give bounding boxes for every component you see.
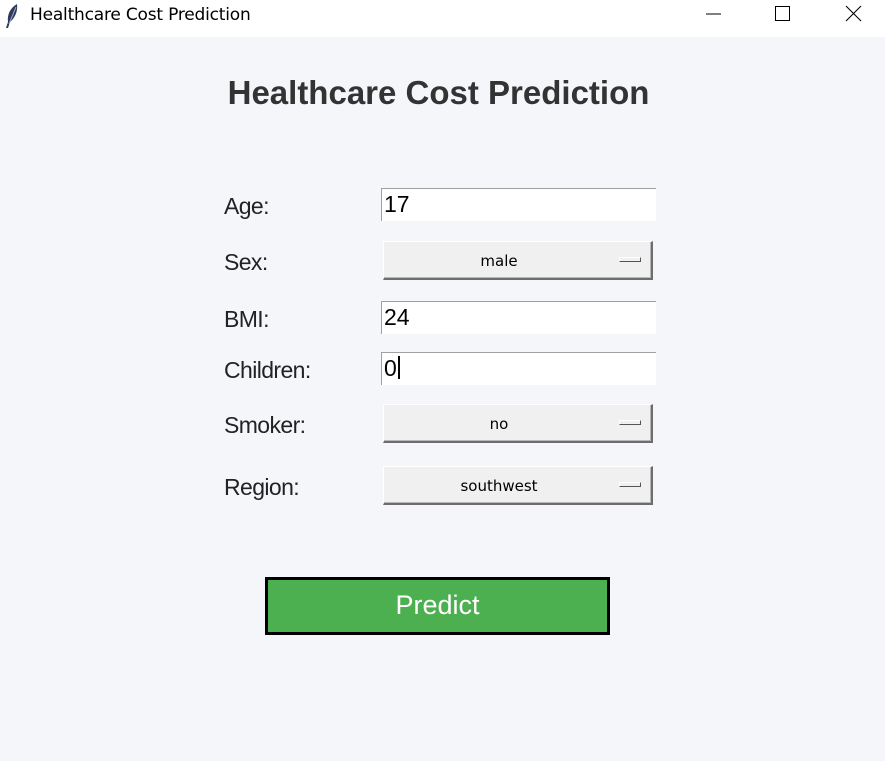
title-bar: Healthcare Cost Prediction	[0, 0, 885, 37]
minimize-button[interactable]	[690, 0, 736, 30]
region-dropdown[interactable]: southwest	[383, 466, 653, 505]
window-title: Healthcare Cost Prediction	[30, 5, 251, 25]
age-input[interactable]: 17	[381, 188, 656, 221]
dropdown-indicator-icon	[619, 257, 641, 262]
dropdown-indicator-icon	[619, 420, 641, 425]
smoker-label: Smoker:	[224, 412, 306, 438]
children-label: Children:	[224, 357, 311, 383]
bmi-label: BMI:	[224, 306, 269, 332]
children-value: 0	[384, 355, 397, 381]
region-label: Region:	[224, 474, 300, 500]
region-selected-value: southwest	[460, 477, 538, 495]
close-button[interactable]	[830, 0, 876, 30]
bmi-input[interactable]: 24	[381, 301, 656, 334]
age-label: Age:	[224, 193, 270, 219]
maximize-button[interactable]	[759, 0, 805, 30]
app-content	[0, 37, 885, 761]
sex-selected-value: male	[480, 252, 518, 270]
smoker-dropdown[interactable]: no	[383, 404, 653, 443]
sex-label: Sex:	[224, 249, 268, 275]
children-input[interactable]: 0	[381, 352, 656, 385]
page-title: Healthcare Cost Prediction	[227, 74, 650, 111]
predict-button[interactable]: Predict	[265, 577, 610, 635]
bmi-value: 24	[384, 304, 410, 330]
dropdown-indicator-icon	[619, 482, 641, 487]
smoker-selected-value: no	[489, 415, 509, 433]
text-cursor	[397, 356, 400, 380]
feather-icon	[3, 2, 21, 30]
sex-dropdown[interactable]: male	[383, 241, 653, 280]
age-value: 17	[384, 191, 410, 217]
